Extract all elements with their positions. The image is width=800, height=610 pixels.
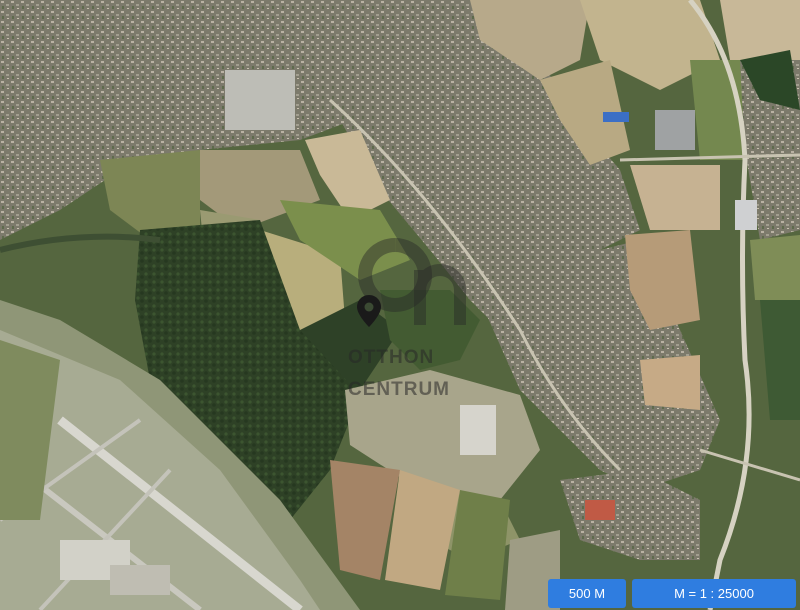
location-pin-icon[interactable] <box>356 294 382 328</box>
scale-ratio-badge: M = 1 : 25000 <box>632 579 796 608</box>
scale-distance-badge: 500 M <box>548 579 626 608</box>
satellite-imagery <box>0 0 800 610</box>
satellite-map[interactable]: OTTHON CENTRUM 500 M M = 1 : 25000 <box>0 0 800 610</box>
